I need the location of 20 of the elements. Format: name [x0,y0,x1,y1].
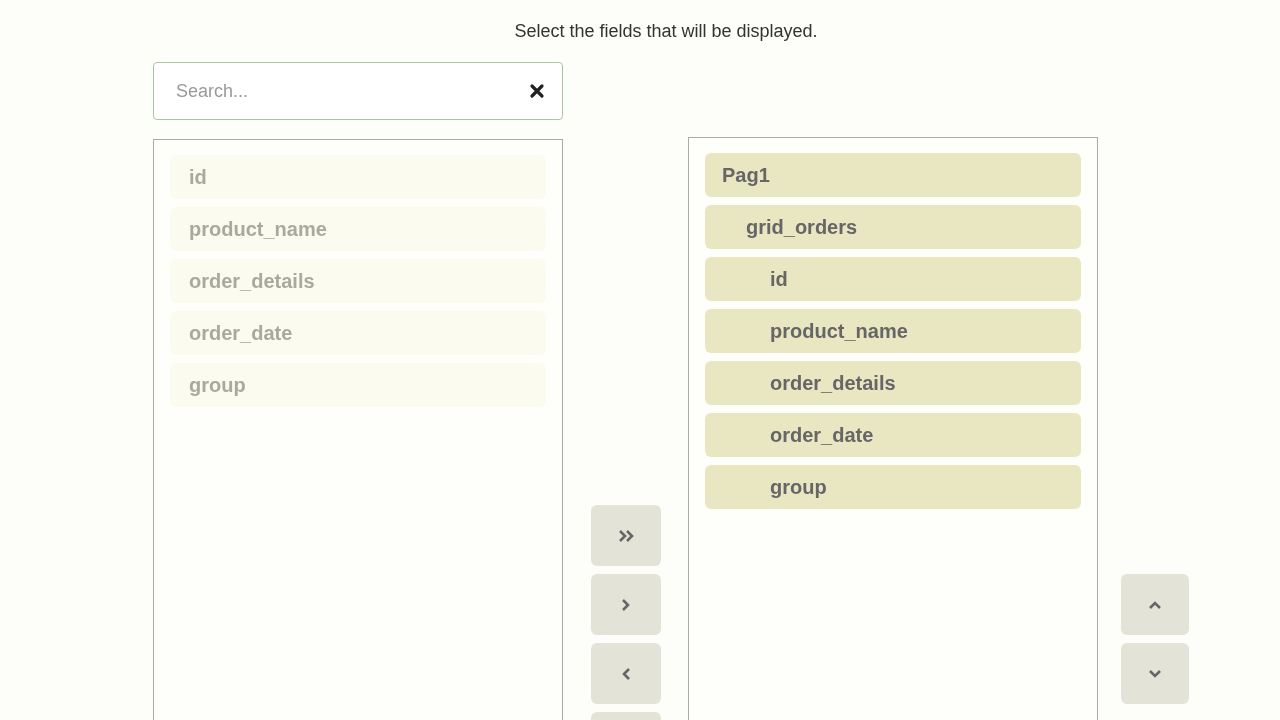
field-item: group [170,363,546,407]
field-item: order_details [170,259,546,303]
close-icon[interactable] [529,83,545,99]
search-field[interactable]: Search... [153,62,563,120]
field-item: order_date [170,311,546,355]
tree-item[interactable]: id [705,257,1081,301]
instruction-text: Select the fields that will be displayed. [513,20,819,42]
transfer-button[interactable] [590,505,661,566]
reorder-button[interactable] [1121,643,1189,704]
transfer-button[interactable] [590,574,661,635]
reorder-button[interactable] [1121,574,1189,635]
tree-item[interactable]: order_date [705,413,1081,457]
tree-item[interactable]: order_details [705,361,1081,405]
field-item: id [170,155,546,199]
tree-item[interactable]: product_name [705,309,1081,353]
tree-item[interactable]: group [705,465,1081,509]
transfer-button[interactable] [590,643,661,704]
tree-item[interactable]: grid_orders [705,205,1081,249]
field-item: product_name [170,207,546,251]
tree-item[interactable]: Pag1 [705,153,1081,197]
